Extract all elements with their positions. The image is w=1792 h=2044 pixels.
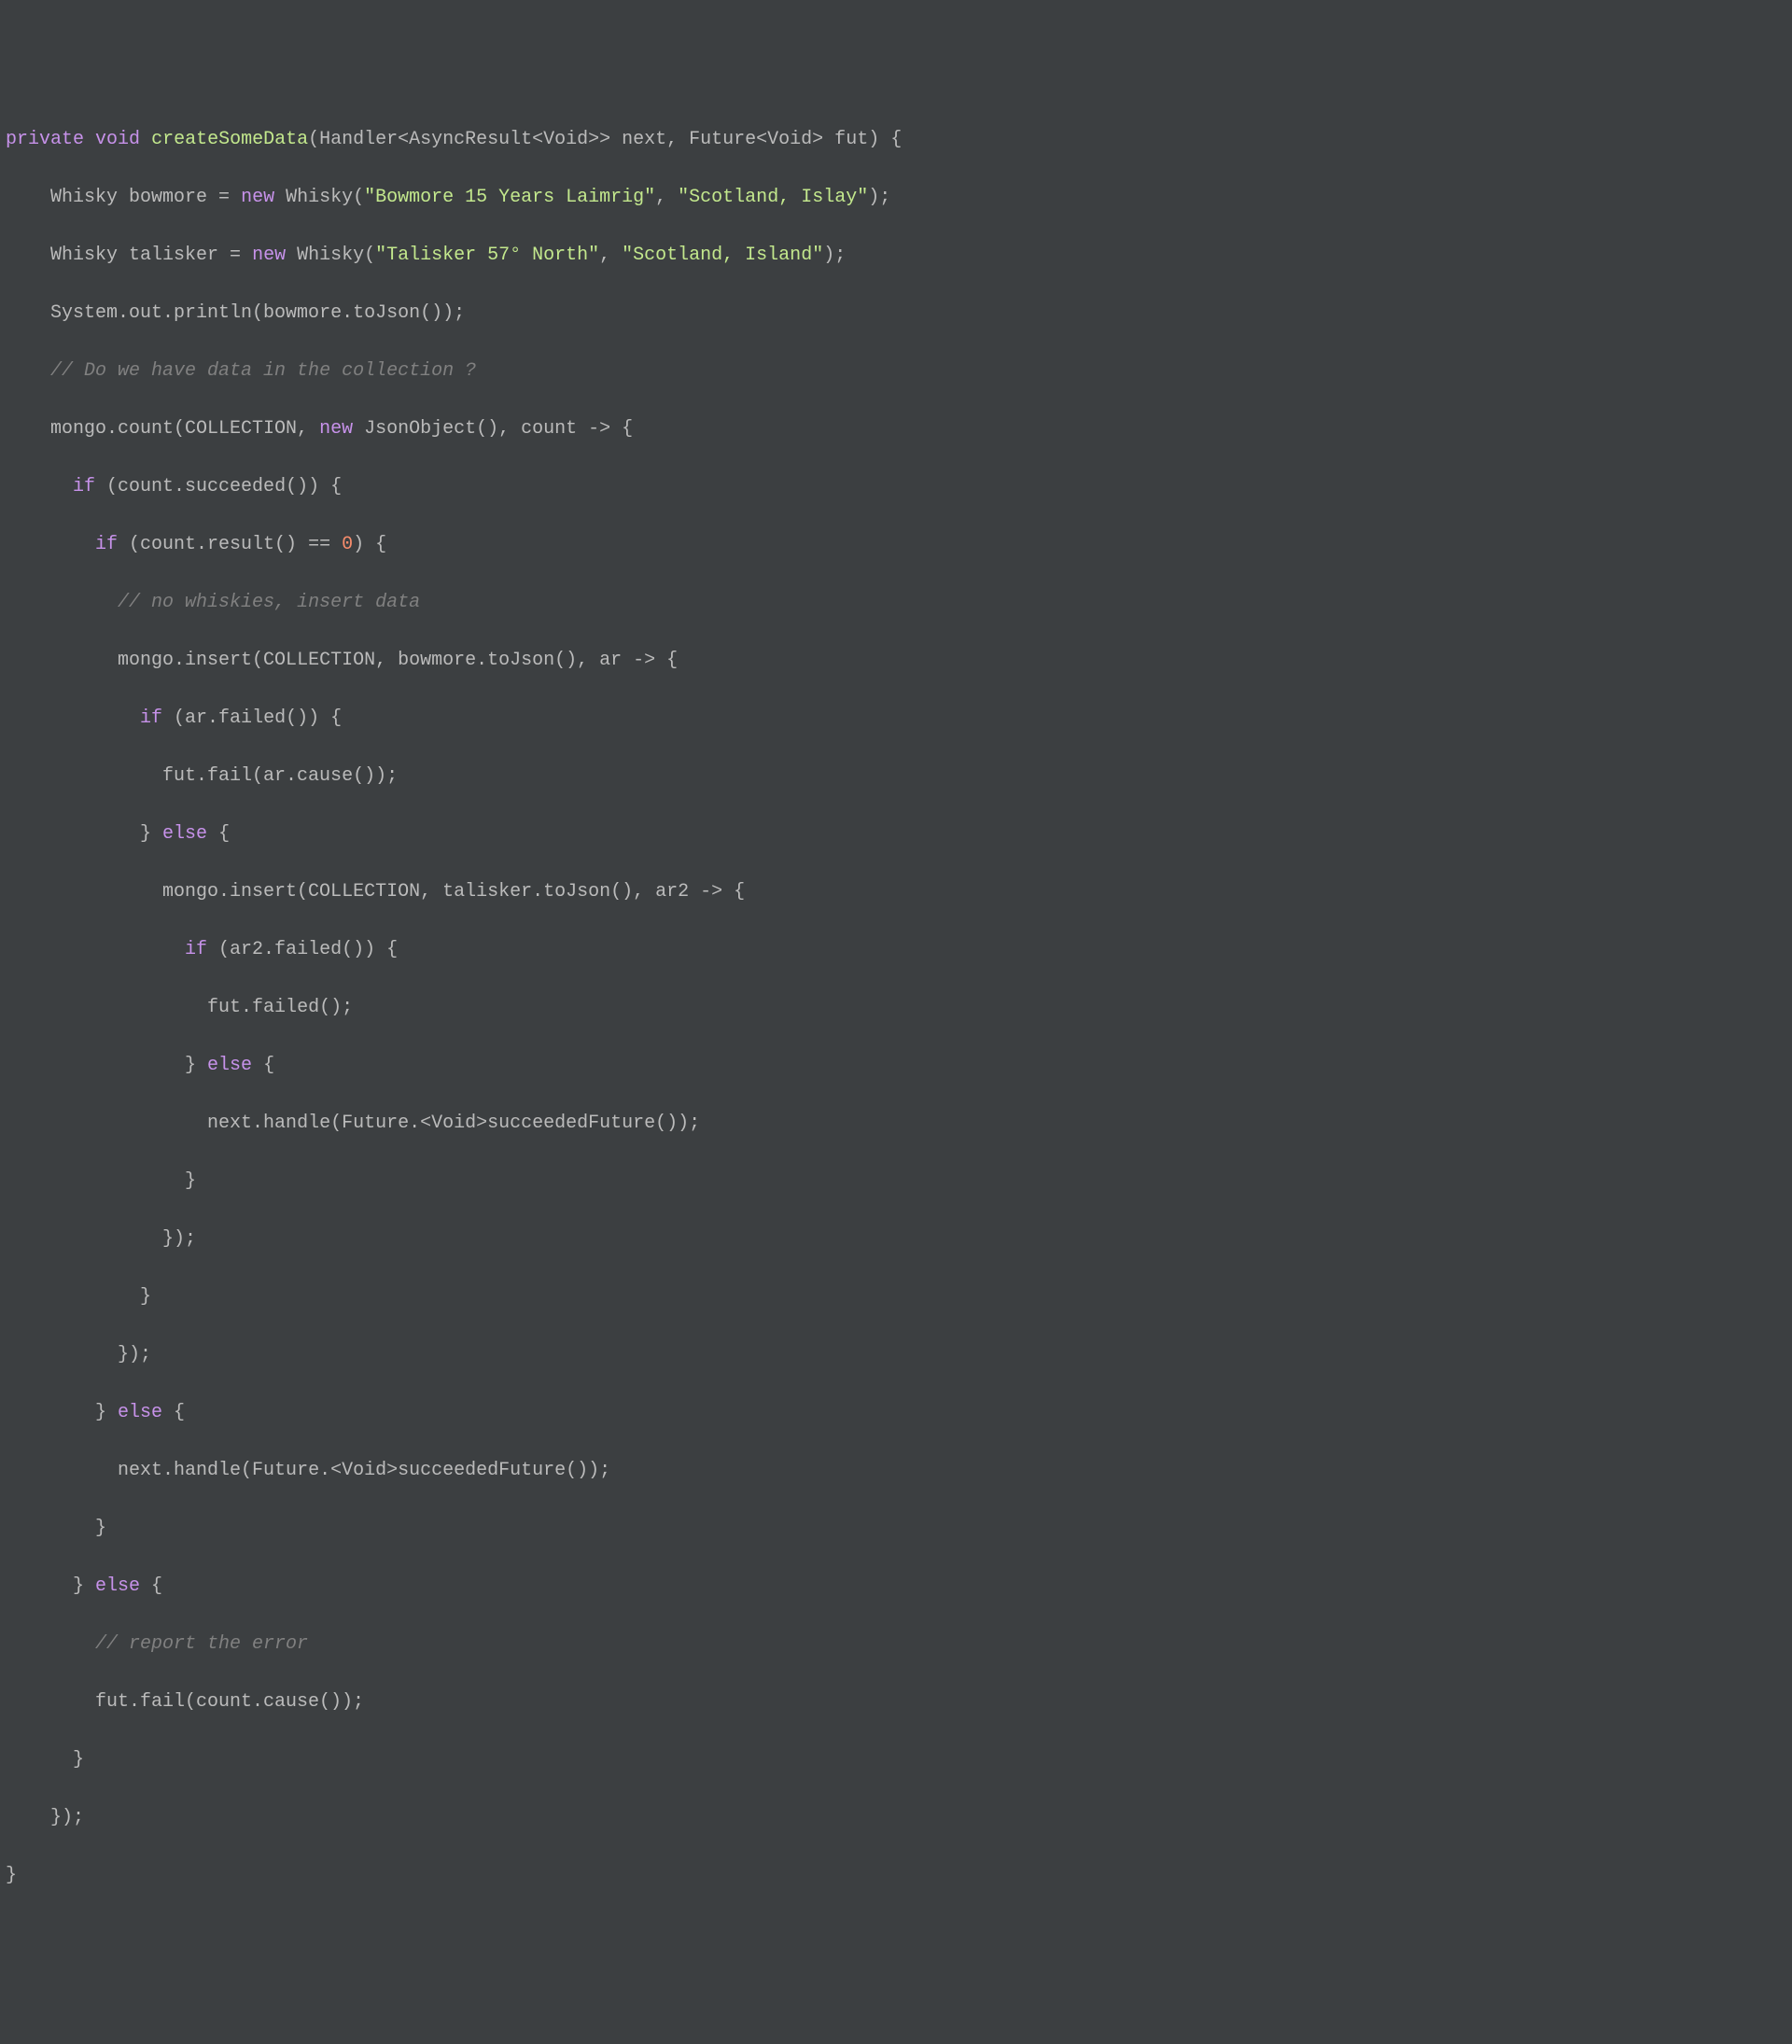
- line-end: );: [823, 245, 846, 266]
- brace: });: [50, 1807, 84, 1828]
- brace: }: [95, 1518, 106, 1539]
- brace: });: [118, 1344, 151, 1365]
- brace: }: [73, 1749, 84, 1771]
- brace: }: [140, 823, 162, 845]
- code-line-30: });: [6, 1803, 1786, 1832]
- brace: });: [162, 1228, 196, 1250]
- brace: {: [252, 1055, 274, 1076]
- keyword-if: if: [73, 476, 95, 497]
- statement: next.handle(Future.<Void>succeededFuture…: [207, 1113, 700, 1134]
- condition: (ar2.failed()) {: [207, 939, 398, 960]
- brace: {: [162, 1402, 185, 1423]
- statement: fut.fail(count.cause());: [95, 1691, 364, 1713]
- keyword-if: if: [95, 534, 118, 555]
- keyword-if: if: [140, 707, 162, 729]
- brace: }: [185, 1170, 196, 1192]
- line-end: );: [868, 187, 890, 208]
- code-line-17: } else {: [6, 1051, 1786, 1080]
- type-whisky: Whisky: [50, 245, 129, 266]
- code-line-22: });: [6, 1340, 1786, 1369]
- keyword-else: else: [162, 823, 207, 845]
- ctor-call: Whisky(: [274, 187, 364, 208]
- code-line-19: }: [6, 1167, 1786, 1196]
- condition-part: ) {: [353, 534, 386, 555]
- string-literal: "Scotland, Island": [622, 245, 823, 266]
- code-line-29: }: [6, 1745, 1786, 1774]
- code-line-21: }: [6, 1282, 1786, 1311]
- code-line-16: fut.failed();: [6, 993, 1786, 1022]
- keyword-new: new: [252, 245, 286, 266]
- separator: ,: [599, 245, 622, 266]
- brace: }: [95, 1402, 118, 1423]
- var-talisker: talisker =: [129, 245, 252, 266]
- statement: mongo.insert(COLLECTION, bowmore.toJson(…: [118, 650, 678, 671]
- brace: }: [185, 1055, 207, 1076]
- code-line-3: Whisky talisker = new Whisky("Talisker 5…: [6, 241, 1786, 270]
- code-line-11: if (ar.failed()) {: [6, 704, 1786, 733]
- code-line-23: } else {: [6, 1398, 1786, 1427]
- condition-part: (count.result() ==: [118, 534, 342, 555]
- code-line-2: Whisky bowmore = new Whisky("Bowmore 15 …: [6, 183, 1786, 212]
- separator: ,: [655, 187, 678, 208]
- keyword-private: private: [6, 129, 84, 150]
- string-literal: "Bowmore 15 Years Laimrig": [364, 187, 655, 208]
- condition: (count.succeeded()) {: [95, 476, 342, 497]
- code-line-4: System.out.println(bowmore.toJson());: [6, 299, 1786, 328]
- code-line-10: mongo.insert(COLLECTION, bowmore.toJson(…: [6, 646, 1786, 675]
- statement: mongo.insert(COLLECTION, talisker.toJson…: [162, 881, 745, 903]
- type-whisky: Whisky: [50, 187, 129, 208]
- brace: {: [207, 823, 230, 845]
- number-zero: 0: [342, 534, 353, 555]
- ctor-lambda: JsonObject(), count -> {: [353, 418, 633, 440]
- code-line-6: mongo.count(COLLECTION, new JsonObject()…: [6, 414, 1786, 443]
- brace: }: [140, 1286, 151, 1308]
- call-prefix: mongo.count(COLLECTION,: [50, 418, 319, 440]
- string-literal: "Talisker 57° North": [375, 245, 599, 266]
- code-line-15: if (ar2.failed()) {: [6, 935, 1786, 964]
- code-line-1: private void createSomeData(Handler<Asyn…: [6, 125, 1786, 154]
- keyword-if: if: [185, 939, 207, 960]
- code-line-13: } else {: [6, 819, 1786, 848]
- keyword-new: new: [319, 418, 353, 440]
- keyword-else: else: [207, 1055, 252, 1076]
- code-line-27: // report the error: [6, 1630, 1786, 1659]
- code-line-24: next.handle(Future.<Void>succeededFuture…: [6, 1456, 1786, 1485]
- code-line-5: // Do we have data in the collection ?: [6, 357, 1786, 385]
- code-line-9: // no whiskies, insert data: [6, 588, 1786, 617]
- code-line-8: if (count.result() == 0) {: [6, 530, 1786, 559]
- code-line-28: fut.fail(count.cause());: [6, 1687, 1786, 1716]
- code-line-26: } else {: [6, 1572, 1786, 1601]
- comment: // no whiskies, insert data: [118, 592, 420, 613]
- params: (Handler<AsyncResult<Void>> next, Future…: [308, 129, 902, 150]
- code-line-12: fut.fail(ar.cause());: [6, 762, 1786, 791]
- keyword-else: else: [95, 1575, 140, 1597]
- keyword-else: else: [118, 1402, 162, 1423]
- code-line-31: }: [6, 1861, 1786, 1890]
- statement: fut.failed();: [207, 997, 353, 1018]
- brace: }: [6, 1865, 17, 1886]
- comment: // Do we have data in the collection ?: [50, 360, 476, 382]
- brace: }: [73, 1575, 95, 1597]
- brace: {: [140, 1575, 162, 1597]
- code-line-18: next.handle(Future.<Void>succeededFuture…: [6, 1109, 1786, 1138]
- ctor-call: Whisky(: [286, 245, 375, 266]
- keyword-new: new: [241, 187, 274, 208]
- string-literal: "Scotland, Islay": [678, 187, 868, 208]
- statement: next.handle(Future.<Void>succeededFuture…: [118, 1460, 610, 1481]
- statement: fut.fail(ar.cause());: [162, 765, 398, 787]
- code-line-25: }: [6, 1514, 1786, 1543]
- code-line-20: });: [6, 1225, 1786, 1253]
- code-editor: private void createSomeData(Handler<Asyn…: [6, 125, 1786, 1890]
- keyword-void: void: [95, 129, 140, 150]
- comment: // report the error: [95, 1633, 308, 1655]
- code-line-7: if (count.succeeded()) {: [6, 472, 1786, 501]
- code-line-14: mongo.insert(COLLECTION, talisker.toJson…: [6, 877, 1786, 906]
- var-bowmore: bowmore =: [129, 187, 241, 208]
- statement: System.out.println(bowmore.toJson());: [50, 302, 465, 324]
- condition: (ar.failed()) {: [162, 707, 342, 729]
- method-name: createSomeData: [151, 129, 308, 150]
